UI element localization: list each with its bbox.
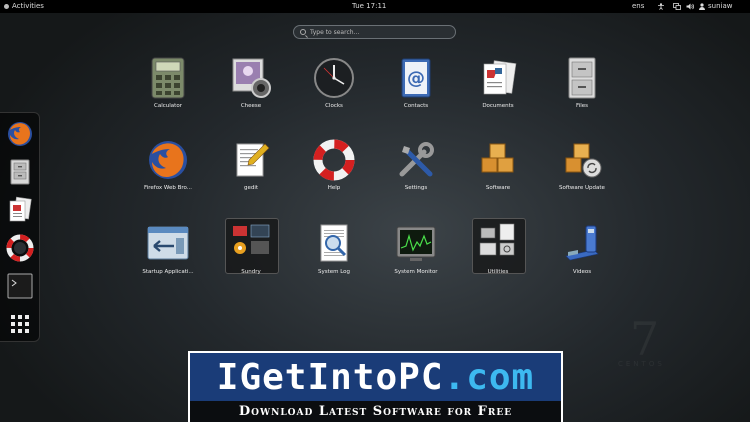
app-label: System Log — [317, 269, 351, 275]
cheese-icon — [232, 58, 271, 98]
software-update-icon — [565, 143, 602, 178]
gedit-icon — [236, 143, 270, 177]
terminal-icon — [7, 273, 33, 299]
app-gedit[interactable]: gedit — [211, 138, 291, 208]
help-icon — [313, 139, 355, 181]
app-system-log[interactable]: System Log — [294, 222, 374, 292]
app-label: Sundry — [241, 269, 261, 275]
clocks-icon — [314, 58, 354, 98]
site-banner: IGetIntoPC .com Download Latest Software … — [188, 351, 563, 422]
volume-icon[interactable] — [686, 3, 694, 10]
app-calculator[interactable]: Calculator — [128, 56, 208, 126]
app-label: Clocks — [325, 103, 343, 109]
dash-item-files[interactable] — [5, 157, 35, 187]
help-icon — [6, 234, 34, 262]
clock[interactable]: Tue 17:11 — [352, 0, 386, 13]
brand-logo: IGetIntoPC .com — [190, 355, 561, 399]
svg-text:@: @ — [407, 68, 425, 89]
distro-watermark-text: CENTOS — [618, 360, 665, 368]
activities-button[interactable]: Activities — [4, 0, 44, 13]
dash-item-help[interactable] — [5, 233, 35, 263]
search-icon — [300, 29, 306, 35]
app-videos[interactable]: Videos — [542, 222, 622, 292]
app-help[interactable]: Help — [294, 138, 374, 208]
app-startup-applications[interactable]: Startup Applicati... — [128, 222, 208, 292]
banner-tagline: Download Latest Software for Free — [190, 401, 561, 422]
software-icon — [481, 143, 514, 173]
app-sundry-folder[interactable]: Sundry — [211, 222, 291, 292]
distro-watermark-number: 7 — [630, 312, 660, 366]
network-icon[interactable] — [673, 3, 681, 10]
app-documents[interactable]: Documents — [458, 56, 538, 126]
dash-item-show-applications[interactable] — [5, 309, 35, 339]
brand-tld: .com — [443, 356, 535, 398]
user-menu[interactable]: suniaw — [708, 0, 732, 13]
app-files[interactable]: Files — [542, 56, 622, 126]
documents-icon — [9, 196, 32, 222]
dash-item-terminal[interactable] — [5, 271, 35, 301]
show-applications-icon — [11, 315, 29, 333]
app-software-update[interactable]: Software Update — [542, 138, 622, 208]
system-monitor-icon — [396, 226, 436, 261]
documents-icon — [483, 60, 517, 95]
dash-item-firefox[interactable] — [5, 119, 35, 149]
app-label: System Monitor — [394, 269, 438, 275]
app-contacts[interactable]: @ Contacts — [376, 56, 456, 126]
app-settings[interactable]: Settings — [376, 138, 456, 208]
app-label: Software — [485, 185, 511, 191]
brand-main: IGetIntoPC — [216, 356, 444, 398]
app-label: Startup Applicati... — [142, 269, 194, 275]
firefox-icon — [149, 141, 187, 179]
top-bar: Activities Tue 17:11 ens suniaw — [0, 0, 750, 13]
sundry-folder-icon — [233, 224, 270, 254]
app-firefox[interactable]: Firefox Web Bro... — [128, 138, 208, 208]
contacts-icon: @ — [401, 58, 431, 98]
app-label: Videos — [572, 269, 592, 275]
startup-applications-icon — [147, 226, 189, 260]
app-label: Settings — [404, 185, 428, 191]
firefox-icon — [8, 122, 32, 146]
activities-icon — [4, 4, 9, 9]
dash-item-documents[interactable] — [5, 195, 35, 225]
app-label: Help — [327, 185, 341, 191]
settings-icon — [399, 142, 434, 177]
app-cheese[interactable]: Cheese — [211, 56, 291, 126]
app-label: Firefox Web Bro... — [143, 185, 193, 191]
app-label: Utilities — [487, 269, 509, 275]
utilities-folder-icon — [479, 223, 515, 256]
user-icon[interactable] — [698, 3, 706, 10]
app-utilities-folder[interactable]: Utilities — [458, 222, 538, 292]
activities-label: Activities — [12, 2, 44, 10]
search-input[interactable] — [310, 28, 440, 36]
app-software[interactable]: Software — [458, 138, 538, 208]
system-log-icon — [320, 224, 348, 262]
app-label: Files — [575, 103, 589, 109]
app-clocks[interactable]: Clocks — [294, 56, 374, 126]
app-label: Software Update — [559, 185, 605, 191]
app-system-monitor[interactable]: System Monitor — [376, 222, 456, 292]
dash — [0, 112, 40, 342]
app-label: gedit — [243, 185, 259, 191]
search-box[interactable] — [293, 25, 456, 39]
app-label: Calculator — [154, 103, 182, 109]
accessibility-icon[interactable] — [657, 3, 665, 10]
app-label: Documents — [482, 103, 514, 109]
files-icon — [568, 57, 596, 99]
videos-icon — [565, 225, 599, 261]
app-label: Contacts — [403, 103, 429, 109]
files-icon — [10, 159, 30, 185]
calculator-icon — [151, 57, 185, 99]
keyboard-layout-indicator[interactable]: ens — [632, 0, 644, 13]
app-label: Cheese — [240, 103, 262, 109]
